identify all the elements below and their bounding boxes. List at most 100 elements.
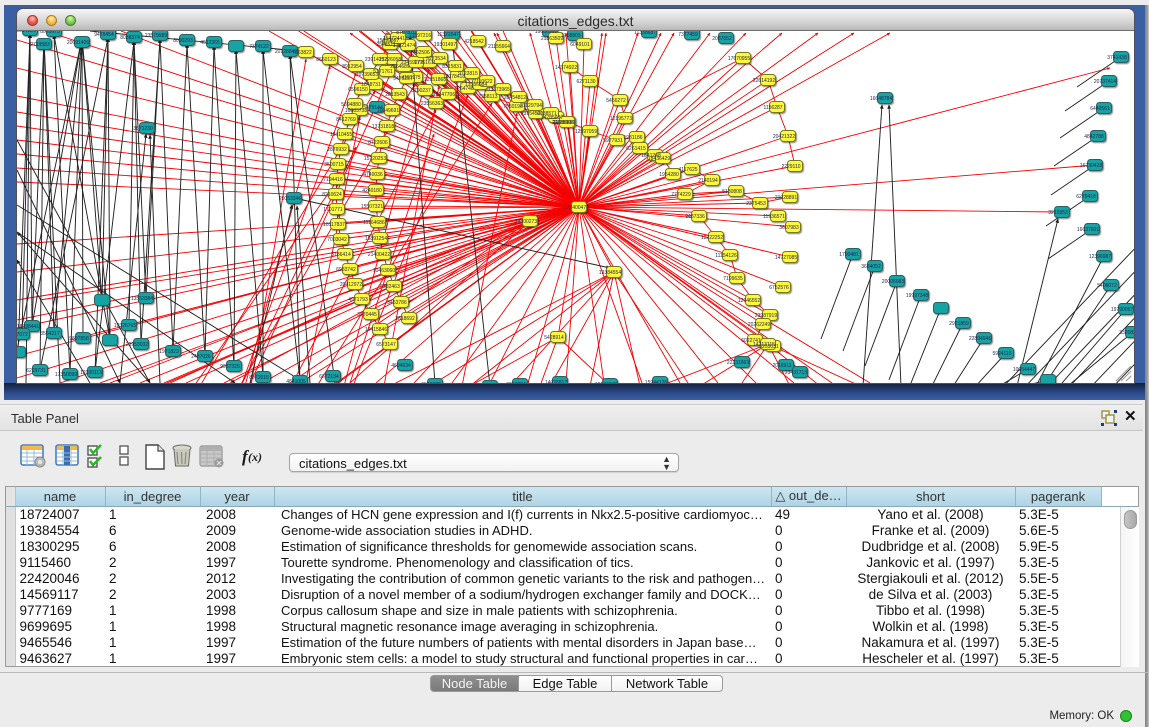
svg-text:19410455: 19410455 [330, 132, 352, 138]
svg-text:2016911: 2016911 [772, 363, 791, 369]
svg-text:18147706: 18147706 [433, 92, 455, 98]
svg-text:2921859: 2921859 [949, 321, 969, 327]
svg-text:10739653: 10739653 [356, 72, 378, 78]
svg-text:3320821: 3320821 [1119, 330, 1134, 336]
svg-text:3970445: 3970445 [357, 312, 377, 318]
svg-text:4240180: 4240180 [362, 188, 382, 194]
svg-text:9937326: 9937326 [220, 364, 240, 370]
svg-text:6049101: 6049101 [570, 42, 590, 48]
svg-text:9487336: 9487336 [685, 214, 705, 220]
svg-text:11154126: 11154126 [715, 253, 737, 259]
svg-text:15891254: 15891254 [365, 236, 387, 242]
svg-text:9478454: 9478454 [94, 32, 114, 38]
svg-text:18398441: 18398441 [17, 324, 39, 330]
svg-text:15120253: 15120253 [364, 156, 386, 162]
svg-text:6573147: 6573147 [376, 342, 396, 348]
svg-text:2375453: 2375453 [746, 201, 766, 207]
svg-text:17240047: 17240047 [564, 205, 586, 211]
svg-text:2140194: 2140194 [698, 178, 718, 184]
svg-text:4612365: 4612365 [200, 40, 220, 46]
svg-text:5977931: 5977931 [603, 138, 623, 144]
svg-text:23987919: 23987919 [755, 313, 777, 319]
svg-text:20412972: 20412972 [340, 282, 362, 288]
svg-text:11173965: 11173965 [488, 87, 510, 93]
svg-text:12396987: 12396987 [1089, 254, 1111, 260]
svg-text:5428914: 5428914 [544, 335, 564, 341]
svg-text:2437026: 2437026 [191, 354, 211, 360]
svg-text:4842788: 4842788 [1084, 134, 1104, 140]
svg-text:23459272: 23459272 [401, 60, 423, 66]
svg-text:2087652: 2087652 [712, 36, 732, 42]
svg-text:1156287: 1156287 [763, 105, 782, 111]
svg-text:6933742: 6933742 [336, 267, 356, 273]
svg-text:2818692: 2818692 [395, 316, 415, 322]
svg-text:11322047: 11322047 [437, 32, 459, 38]
svg-text:6440561: 6440561 [1090, 106, 1110, 112]
svg-text:21155664: 21155664 [488, 44, 510, 50]
svg-text:8660123: 8660123 [316, 57, 336, 63]
svg-text:17670955: 17670955 [728, 56, 750, 62]
svg-text:4694634: 4694634 [391, 363, 411, 369]
svg-text:6038571: 6038571 [537, 111, 557, 117]
svg-text:16117837: 16117837 [323, 222, 345, 228]
svg-text:10983738: 10983738 [345, 108, 367, 114]
svg-text:6672134: 6672134 [319, 374, 339, 380]
svg-text:18436429: 18436429 [648, 156, 670, 162]
svg-text:13553384: 13553384 [131, 296, 153, 302]
svg-text:6229731: 6229731 [26, 368, 46, 374]
svg-text:1768805: 1768805 [561, 33, 581, 39]
svg-text:21129794: 21129794 [520, 103, 542, 109]
svg-text:23579989: 23579989 [145, 33, 167, 39]
svg-text:5382463: 5382463 [380, 284, 400, 290]
svg-text:5408072: 5408072 [1097, 283, 1117, 289]
svg-text:5456272: 5456272 [606, 98, 626, 104]
svg-text:3741438: 3741438 [1107, 55, 1127, 61]
svg-text:20421322: 20421322 [773, 134, 795, 140]
svg-text:20262249: 20262249 [748, 322, 770, 328]
svg-text:14076817: 14076817 [545, 380, 567, 383]
svg-text:1981186: 1981186 [623, 135, 642, 141]
svg-text:12195773: 12195773 [610, 116, 632, 122]
svg-text:22231863: 22231863 [727, 360, 749, 366]
svg-text:2876932: 2876932 [327, 147, 347, 153]
svg-text:2719583: 2719583 [30, 42, 50, 48]
svg-text:4841005: 4841005 [286, 379, 306, 383]
svg-text:20006083: 20006083 [882, 279, 904, 285]
svg-text:2813543: 2813543 [385, 92, 405, 98]
svg-text:7199635: 7199635 [723, 276, 743, 282]
svg-text:8038374: 8038374 [120, 35, 140, 41]
svg-text:10649691: 10649691 [377, 108, 399, 114]
svg-text:12030113: 12030113 [80, 370, 102, 376]
svg-text:7663822: 7663822 [292, 50, 312, 56]
svg-text:10415846: 10415846 [365, 327, 387, 333]
svg-text:6271130: 6271130 [576, 79, 595, 85]
svg-text:6543670: 6543670 [421, 382, 441, 383]
svg-text:7377459: 7377459 [678, 32, 698, 38]
svg-text:4218542: 4218542 [464, 39, 484, 45]
svg-text:1954280: 1954280 [659, 172, 679, 178]
svg-text:6596150: 6596150 [348, 87, 368, 93]
svg-text:19301497: 19301497 [434, 42, 456, 48]
svg-text:3871230: 3871230 [133, 126, 153, 132]
svg-text:3500715: 3500715 [324, 162, 344, 168]
svg-text:9897858: 9897858 [69, 336, 89, 342]
svg-text:15472441: 15472441 [383, 36, 405, 42]
svg-text:4971793: 4971793 [348, 297, 368, 303]
svg-text:21697216: 21697216 [409, 33, 431, 39]
svg-text:6279418: 6279418 [1076, 194, 1096, 200]
svg-text:20691406: 20691406 [67, 40, 89, 46]
svg-text:22894946: 22894946 [969, 336, 991, 342]
svg-text:13194548: 13194548 [595, 382, 617, 383]
svg-text:23556363: 23556363 [421, 101, 443, 107]
svg-text:19790057: 19790057 [1111, 307, 1133, 313]
svg-text:5453786: 5453786 [387, 300, 407, 306]
svg-text:20053346: 20053346 [279, 196, 301, 202]
svg-text:3790237: 3790237 [411, 88, 431, 94]
svg-text:9722815: 9722815 [458, 71, 478, 77]
svg-text:19997348: 19997348 [906, 293, 928, 299]
svg-text:8412769: 8412769 [336, 117, 356, 123]
svg-text:5614226: 5614226 [17, 31, 36, 34]
svg-text:3564217: 3564217 [40, 331, 60, 337]
svg-text:8912954: 8912954 [342, 64, 362, 70]
svg-text:21028891: 21028891 [775, 195, 797, 201]
